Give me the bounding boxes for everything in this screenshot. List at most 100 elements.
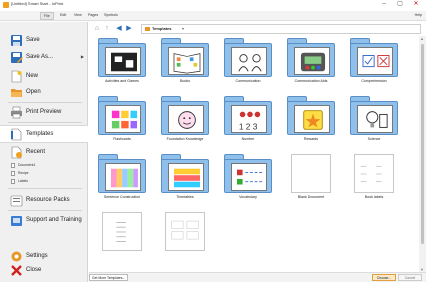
print-preview-button[interactable]: Print Preview: [0, 104, 88, 121]
templates-icon: [11, 128, 22, 141]
printer-icon: [11, 106, 22, 119]
folder-icon: [161, 96, 209, 135]
close-window-button[interactable]: ✕: [410, 0, 422, 9]
support-training-button[interactable]: Support and Training: [0, 212, 88, 229]
template-tile[interactable]: Communication Aids: [282, 36, 340, 92]
resource-packs-label: Resource Packs: [26, 197, 70, 203]
folder-icon: [161, 154, 209, 193]
settings-label: Settings: [26, 253, 48, 259]
template-tile[interactable]: Comprehension: [345, 36, 403, 92]
template-label: Books: [180, 79, 190, 83]
file-icon: [11, 163, 15, 168]
template-label: Vocabulary: [239, 195, 257, 199]
template-label: Book labels: [364, 195, 384, 199]
folder-icon: [161, 38, 209, 77]
window-title: [Untitled] Smart Start - InPrint: [11, 1, 64, 6]
template-label: Flashcards: [113, 137, 131, 141]
template-tile[interactable]: Foundation Knowledge: [156, 94, 214, 150]
home-icon[interactable]: ⌂: [93, 25, 101, 33]
template-tile[interactable]: Sentence Construction: [93, 152, 151, 208]
folder-icon: 1 2 3: [224, 96, 272, 135]
submenu-arrow-icon: ▶: [80, 54, 84, 59]
template-tile[interactable]: Flashcards: [93, 94, 151, 150]
template-tile[interactable]: [93, 210, 151, 266]
templates-panel: ⌂ ↑ ◀ ▶ Templates ▾ Activities and Games…: [89, 22, 426, 282]
maximize-button[interactable]: ▢: [394, 0, 406, 9]
template-tile[interactable]: Books: [156, 36, 214, 92]
folder-icon: [98, 96, 146, 135]
app-icon: [3, 2, 9, 8]
recent-button[interactable]: Recent: [0, 144, 88, 161]
print-preview-label: Print Preview: [26, 109, 62, 115]
cancel-button[interactable]: Cancel: [398, 274, 422, 281]
title-bar: [Untitled] Smart Start - InPrint – ▢ ✕: [0, 0, 426, 10]
template-tile[interactable]: Rewards: [282, 94, 340, 150]
save-button[interactable]: Save: [0, 32, 88, 49]
close-icon: [11, 265, 22, 276]
forward-icon[interactable]: ▶: [125, 25, 133, 33]
save-as-label: Save As...: [26, 54, 54, 60]
help-link[interactable]: Help: [415, 13, 422, 17]
template-tile[interactable]: Activities and Games: [93, 36, 151, 92]
tab-edit[interactable]: Edit: [60, 13, 66, 17]
get-more-templates-button[interactable]: Get More Templates...: [89, 274, 129, 281]
open-button[interactable]: Open: [0, 84, 88, 101]
templates-button[interactable]: Templates: [0, 125, 88, 143]
recent-file-name: Document1: [18, 163, 36, 167]
resource-packs-button[interactable]: Resource Packs: [0, 192, 88, 209]
close-button[interactable]: Close: [0, 262, 88, 279]
recent-icon: [11, 146, 22, 159]
breadcrumb[interactable]: Templates ▾: [141, 24, 421, 34]
open-label: Open: [26, 89, 41, 95]
template-tile[interactable]: 1 2 3 Number: [219, 94, 277, 150]
template-tile[interactable]: Blank Document: [282, 152, 340, 208]
template-tile[interactable]: [156, 210, 214, 266]
folder-icon: [224, 38, 272, 77]
close-label: Close: [26, 267, 42, 273]
scroll-up-icon[interactable]: ▲: [420, 36, 424, 41]
template-tile[interactable]: Vocabulary: [219, 152, 277, 208]
tab-symbols[interactable]: Symbols: [104, 13, 118, 17]
document-thumbnail-icon: [287, 154, 335, 193]
recent-file-item[interactable]: Labels: [11, 178, 81, 185]
minimize-button[interactable]: –: [378, 0, 390, 9]
template-label: Comprehension: [361, 79, 387, 83]
folder-icon: [145, 27, 150, 31]
sidebar-divider: [8, 188, 82, 189]
template-tile[interactable]: Timetables: [156, 152, 214, 208]
vertical-scrollbar[interactable]: ▲ ▼: [419, 36, 426, 272]
folder-icon: [287, 38, 335, 77]
choose-button[interactable]: Choose...: [372, 274, 396, 281]
chevron-down-icon: ▾: [182, 26, 185, 31]
footer-bar: Get More Templates... Choose... Cancel: [89, 272, 426, 282]
scrollbar-thumb[interactable]: [421, 44, 424, 244]
template-tile[interactable]: Communication: [219, 36, 277, 92]
folder-icon: [287, 96, 335, 135]
support-icon: [11, 216, 22, 226]
folder-icon: [224, 154, 272, 193]
save-as-button[interactable]: Save As... ▶: [0, 49, 88, 66]
template-label: Communication Aids: [294, 79, 328, 83]
document-thumbnail-icon: [161, 212, 209, 251]
save-label: Save: [26, 37, 40, 43]
recent-file-name: Labels: [18, 179, 28, 183]
tab-file[interactable]: File: [40, 12, 54, 20]
new-button[interactable]: New: [0, 68, 88, 85]
new-label: New: [26, 73, 39, 79]
recent-file-item[interactable]: Document1: [11, 162, 81, 169]
recent-file-name: Recipe: [18, 171, 29, 175]
menu-bar: File Edit View Pages Symbols Help: [0, 11, 426, 21]
template-tile[interactable]: Science: [345, 94, 403, 150]
resource-pack-icon: [10, 195, 23, 207]
tab-view[interactable]: View: [74, 13, 82, 17]
tab-pages[interactable]: Pages: [88, 13, 98, 17]
sidebar-divider: [8, 210, 82, 211]
folder-icon: [350, 96, 398, 135]
new-document-icon: [11, 70, 22, 83]
template-tile[interactable]: Book labels: [345, 152, 403, 208]
up-icon[interactable]: ↑: [103, 25, 111, 33]
recent-file-item[interactable]: Recipe: [11, 170, 81, 177]
file-icon: [11, 171, 15, 176]
back-icon[interactable]: ◀: [115, 25, 123, 33]
template-label: Rewards: [303, 137, 319, 141]
